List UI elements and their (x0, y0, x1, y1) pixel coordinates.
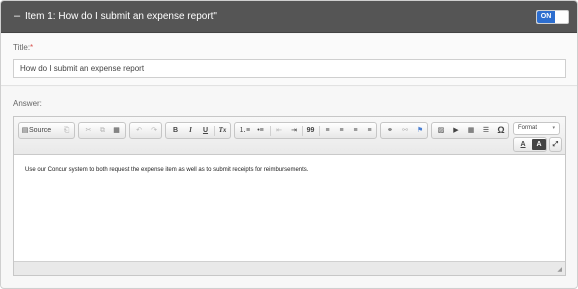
item-header[interactable]: – Item 1: How do I submit an expense rep… (1, 1, 577, 33)
bold-button[interactable]: B (168, 123, 183, 138)
numbered-list-icon[interactable]: ⒈≡ (237, 123, 252, 138)
bulleted-list-icon[interactable]: •≡ (253, 123, 268, 138)
outdent-icon[interactable]: ⇤ (272, 123, 286, 138)
title-label: Title:* (13, 43, 33, 53)
cut-icon[interactable]: ✂ (82, 123, 95, 138)
answer-label: Answer: (13, 99, 42, 108)
unlink-icon[interactable]: ⚯ (398, 123, 412, 138)
title-input[interactable]: How do I submit an expense report (13, 59, 566, 78)
editor-toolbar: ▤ Source ⎗ ✂ ⧉ ▦ ↶ ↷ B I U Tx ⒈≡ •≡ ⇤ ⇥ … (14, 117, 565, 155)
enabled-toggle[interactable]: ON (536, 10, 569, 24)
answer-text: Use our Concur system to both request th… (25, 167, 309, 173)
required-mark: * (30, 43, 34, 52)
toggle-on-label: ON (537, 11, 555, 23)
text-color-icon[interactable]: A (516, 138, 530, 151)
resize-handle-icon[interactable]: ◢ (557, 267, 562, 273)
item-title: Item 1: How do I submit an expense repor… (25, 11, 217, 22)
toolbar-group-colors: A A (513, 137, 547, 152)
table-icon[interactable]: ▦ (464, 123, 478, 138)
source-button[interactable]: Source (29, 123, 57, 138)
source-icon: ▤ (21, 127, 29, 134)
blockquote-icon[interactable]: 99 (303, 123, 318, 138)
faq-item-panel: – Item 1: How do I submit an expense rep… (0, 0, 578, 289)
copy-icon[interactable]: ⧉ (96, 123, 109, 138)
chevron-down-icon: ▾ (552, 125, 555, 131)
toolbar-group-paragraph: ⒈≡ •≡ ⇤ ⇥ 99 ≡ ≡ ≡ ≡ (234, 122, 377, 139)
toolbar-group-links: ⚭ ⚯ ⚑ (380, 122, 428, 139)
video-icon[interactable]: ▶ (449, 123, 463, 138)
toolbar-group-insert: ▨ ▶ ▦ ☰ Ω (431, 122, 509, 139)
undo-icon[interactable]: ↶ (132, 123, 146, 138)
format-select[interactable]: Format ▾ (513, 122, 560, 135)
indent-icon[interactable]: ⇥ (287, 123, 301, 138)
link-icon[interactable]: ⚭ (383, 123, 397, 138)
image-icon[interactable]: ▨ (434, 123, 448, 138)
editor-content[interactable]: Use our Concur system to both request th… (14, 156, 565, 259)
underline-button[interactable]: U (198, 123, 213, 138)
remove-format-button[interactable]: Tx (215, 123, 230, 138)
toolbar-group-document: ▤ Source ⎗ (18, 122, 75, 139)
paste-icon[interactable]: ▦ (110, 123, 123, 138)
background-color-icon[interactable]: A (532, 139, 546, 150)
format-select-label: Format (518, 125, 538, 131)
justify-icon[interactable]: ≡ (363, 123, 376, 138)
toolbar-group-tools: ⤢ (549, 137, 562, 152)
editor-statusbar: ◢ (14, 261, 565, 275)
redo-icon[interactable]: ↷ (147, 123, 161, 138)
anchor-icon[interactable]: ⚑ (413, 123, 427, 138)
toolbar-group-history: ↶ ↷ (129, 122, 162, 139)
italic-button[interactable]: I (183, 123, 198, 138)
align-center-icon[interactable]: ≡ (335, 123, 348, 138)
title-label-text: Title: (13, 43, 31, 52)
special-char-icon[interactable]: Ω (494, 123, 508, 138)
horizontal-rule-icon[interactable]: ☰ (479, 123, 493, 138)
collapse-icon[interactable]: – (14, 10, 20, 23)
maximize-icon[interactable]: ⤢ (550, 138, 561, 151)
template-icon[interactable]: ⎗ (61, 123, 72, 138)
toolbar-group-basicstyles: B I U Tx (165, 122, 231, 139)
align-right-icon[interactable]: ≡ (349, 123, 362, 138)
align-left-icon[interactable]: ≡ (321, 123, 334, 138)
toolbar-group-clipboard: ✂ ⧉ ▦ (78, 122, 126, 139)
rich-text-editor: ▤ Source ⎗ ✂ ⧉ ▦ ↶ ↷ B I U Tx ⒈≡ •≡ ⇤ ⇥ … (13, 116, 566, 276)
